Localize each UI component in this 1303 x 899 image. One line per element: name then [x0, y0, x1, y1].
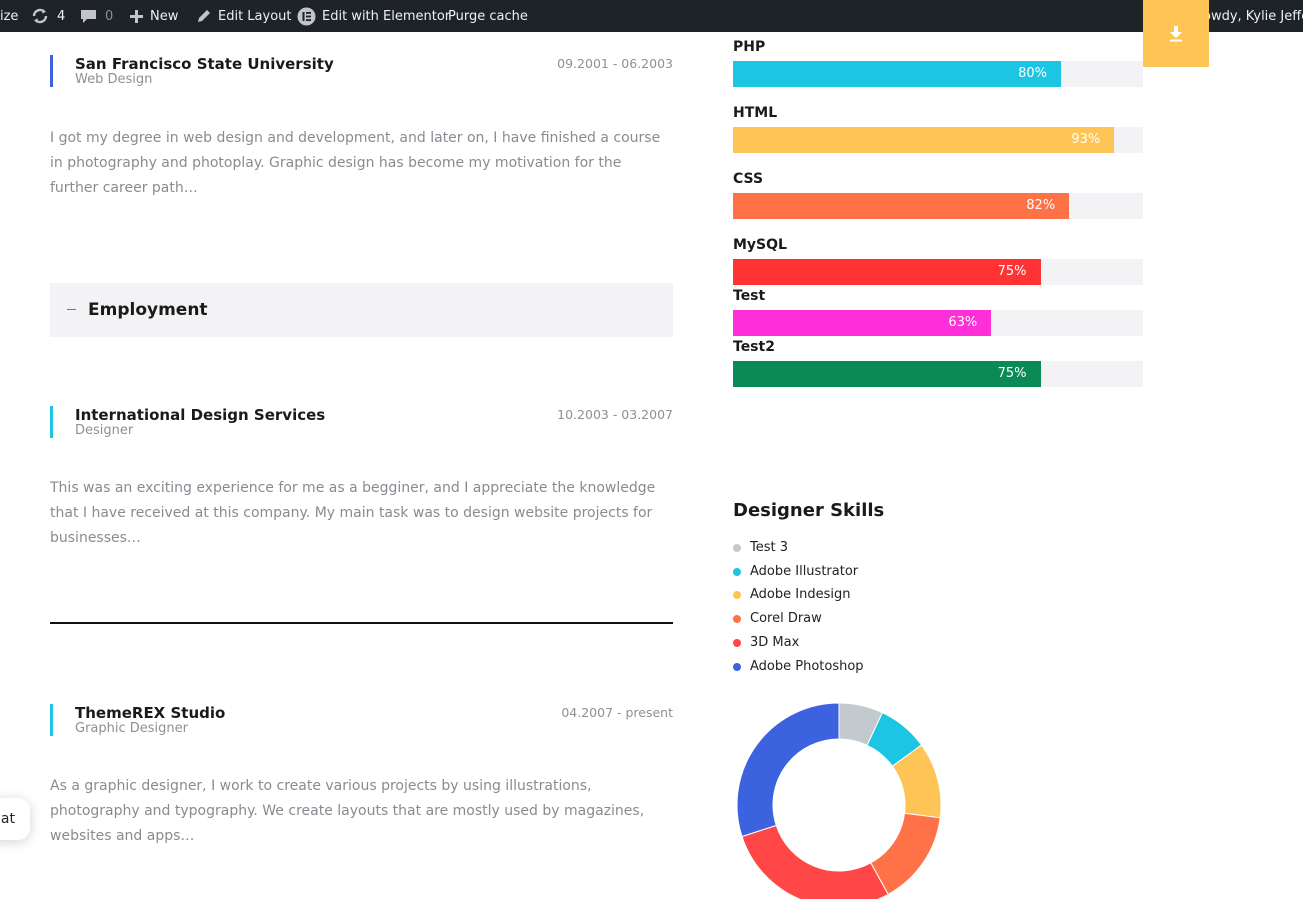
- designer-skills-title: Designer Skills: [733, 500, 885, 521]
- chart-legend-item: Adobe Photoshop: [733, 659, 864, 674]
- legend-dot: [733, 614, 741, 623]
- skill-percent: 75%: [997, 366, 1027, 381]
- entry-dates: 04.2007 - present: [561, 705, 673, 720]
- skill-bar-fill: 63%: [733, 310, 992, 336]
- customize-link[interactable]: ize: [0, 0, 18, 32]
- designer-skills-donut-chart: [736, 702, 942, 899]
- chart-legend-item: Test 3: [733, 540, 788, 555]
- chat-button[interactable]: at: [0, 798, 30, 840]
- entry-dates: 09.2001 - 06.2003: [557, 56, 673, 71]
- entry-subtitle: Designer: [75, 423, 134, 438]
- legend-dot: [733, 662, 741, 671]
- donut-slice[interactable]: [741, 824, 889, 899]
- skill-percent: 75%: [997, 264, 1027, 279]
- skill-percent: 63%: [948, 315, 978, 330]
- new-content-link[interactable]: New: [129, 0, 178, 32]
- divider: [50, 622, 673, 624]
- legend-label: 3D Max: [750, 635, 800, 650]
- refresh-icon: [32, 8, 48, 24]
- legend-label: Adobe Illustrator: [750, 564, 859, 579]
- chart-legend-item: Adobe Indesign: [733, 587, 850, 602]
- comment-icon: [81, 10, 96, 23]
- education-entry-header: San Francisco State University Web Desig…: [50, 55, 673, 87]
- legend-dot: [733, 638, 741, 647]
- entry-title: International Design Services: [75, 406, 326, 424]
- skill-bar: 75%: [733, 259, 1143, 285]
- download-icon: [1170, 25, 1182, 41]
- employment-entry-header: International Design Services Designer 1…: [50, 406, 673, 438]
- entry-subtitle: Graphic Designer: [75, 721, 188, 736]
- skill-label: PHP: [733, 39, 766, 55]
- purge-cache-link[interactable]: Purge cache: [448, 0, 528, 32]
- pencil-icon: [198, 10, 210, 22]
- updates-link[interactable]: 4: [31, 0, 65, 32]
- skill-label: Test: [733, 288, 766, 304]
- skill-percent: 93%: [1071, 132, 1101, 147]
- legend-label: Test 3: [750, 540, 789, 555]
- skill-bar: 75%: [733, 361, 1143, 387]
- legend-label: Adobe Photoshop: [750, 659, 864, 674]
- skill-label: Test2: [733, 339, 775, 355]
- skill-bar-fill: 80%: [733, 61, 1061, 87]
- section-title: Employment: [88, 300, 208, 320]
- entry-title: ThemeREX Studio: [75, 704, 226, 722]
- legend-dot: [733, 590, 741, 599]
- legend-label: Adobe Indesign: [750, 587, 851, 602]
- elementor-icon: [297, 7, 316, 25]
- download-button[interactable]: [1143, 0, 1209, 67]
- entry-description: As a graphic designer, I work to create …: [50, 778, 645, 844]
- legend-label: Corel Draw: [750, 611, 822, 626]
- employment-section-toggle[interactable]: Employment: [50, 283, 673, 337]
- new-label: New: [150, 8, 179, 24]
- skill-label: CSS: [733, 171, 764, 187]
- entry-description: I got my degree in web design and develo…: [50, 130, 661, 196]
- howdy-label: owdy, Kylie Jeffer: [1203, 8, 1303, 24]
- legend-dot: [733, 567, 741, 576]
- skill-label: HTML: [733, 105, 778, 121]
- chat-label: at: [0, 811, 15, 827]
- edit-layout-label: Edit Layout: [218, 8, 292, 24]
- donut-slice[interactable]: [736, 702, 840, 838]
- skill-bar: 93%: [733, 127, 1143, 153]
- skill-label: MySQL: [733, 237, 787, 253]
- skill-bar: 80%: [733, 61, 1143, 87]
- entry-description: This was an exciting experience for me a…: [50, 480, 656, 546]
- collapse-icon: [67, 309, 76, 310]
- edit-layout-link[interactable]: Edit Layout: [196, 0, 292, 32]
- skill-percent: 80%: [1018, 66, 1047, 81]
- skill-bar-fill: 75%: [733, 361, 1041, 387]
- edit-elementor-label: Edit with Elementor: [322, 8, 451, 24]
- chart-legend-item: 3D Max: [733, 635, 799, 650]
- skill-percent: 82%: [1026, 198, 1056, 213]
- entry-subtitle: Web Design: [75, 72, 153, 87]
- comments-link[interactable]: 0: [80, 0, 113, 32]
- legend-dot: [733, 543, 741, 552]
- chart-legend-item: Adobe Illustrator: [733, 564, 858, 579]
- account-menu[interactable]: owdy, Kylie Jeffer: [1203, 0, 1303, 32]
- employment-entry-header: ThemeREX Studio Graphic Designer 04.2007…: [50, 704, 673, 736]
- purge-cache-label: Purge cache: [448, 8, 528, 24]
- plus-icon: [130, 9, 143, 23]
- edit-elementor-link[interactable]: Edit with Elementor: [297, 0, 450, 32]
- comments-count: 0: [105, 8, 114, 24]
- skill-bar: 82%: [733, 193, 1143, 219]
- skill-bar-fill: 75%: [733, 259, 1041, 285]
- customize-label: ize: [0, 8, 19, 24]
- skill-bar-fill: 93%: [733, 127, 1115, 153]
- entry-title: San Francisco State University: [75, 55, 334, 73]
- admin-bar: ize 4 0 New Edit Layout Edit with Elemen…: [0, 0, 1303, 32]
- updates-count: 4: [57, 8, 66, 24]
- skill-bar: 63%: [733, 310, 1143, 336]
- chart-legend-item: Corel Draw: [733, 611, 822, 626]
- entry-dates: 10.2003 - 03.2007: [557, 407, 673, 422]
- skill-bar-fill: 82%: [733, 193, 1070, 219]
